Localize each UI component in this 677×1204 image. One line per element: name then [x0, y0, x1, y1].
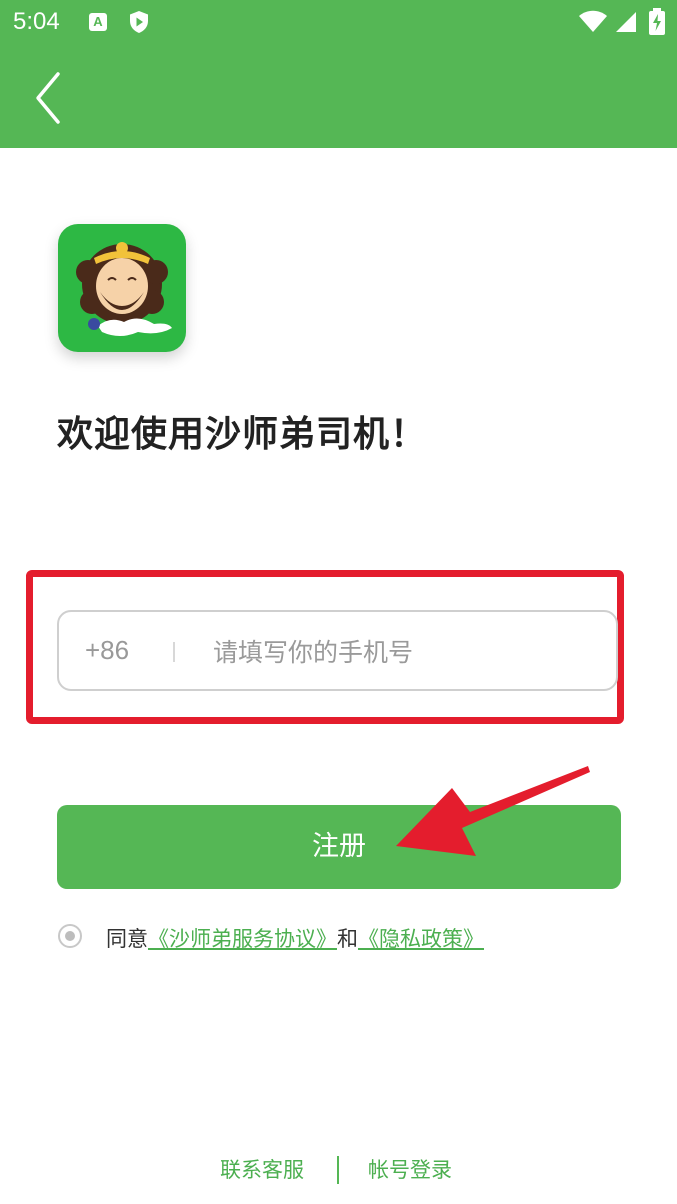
wifi-icon — [579, 10, 607, 32]
status-bar: 5:04 A — [0, 0, 677, 48]
agreement-text: 同意《沙师弟服务协议》和《隐私政策》 — [106, 923, 484, 953]
font-a-icon: A — [89, 13, 107, 31]
field-divider — [173, 642, 175, 662]
shield-play-icon — [130, 11, 148, 33]
phone-field[interactable]: +86 — [57, 610, 618, 691]
radio-dot — [65, 931, 75, 941]
phone-input[interactable] — [211, 628, 595, 676]
privacy-policy-link[interactable]: 《隐私政策》 — [358, 927, 484, 951]
agree-radio[interactable] — [58, 924, 82, 948]
signal-icon — [616, 12, 636, 32]
account-login-link[interactable]: 帐号登录 — [368, 1154, 452, 1184]
back-arrow-icon[interactable] — [26, 70, 70, 126]
app-logo — [58, 224, 186, 352]
monk-mascot-icon — [76, 242, 172, 336]
welcome-title: 欢迎使用沙师弟司机！ — [57, 414, 428, 455]
country-code[interactable]: +86 — [85, 635, 129, 666]
agree-prefix: 同意 — [106, 927, 148, 951]
footer: 联系客服 帐号登录 — [0, 1154, 677, 1188]
app-bar — [0, 48, 677, 148]
footer-divider — [337, 1156, 339, 1184]
agree-connector: 和 — [337, 927, 358, 951]
service-agreement-link[interactable]: 《沙师弟服务协议》 — [148, 927, 337, 951]
register-button[interactable]: 注册 — [57, 805, 621, 889]
battery-icon — [649, 8, 665, 35]
contact-support-link[interactable]: 联系客服 — [220, 1154, 304, 1184]
status-time: 5:04 — [13, 8, 60, 35]
